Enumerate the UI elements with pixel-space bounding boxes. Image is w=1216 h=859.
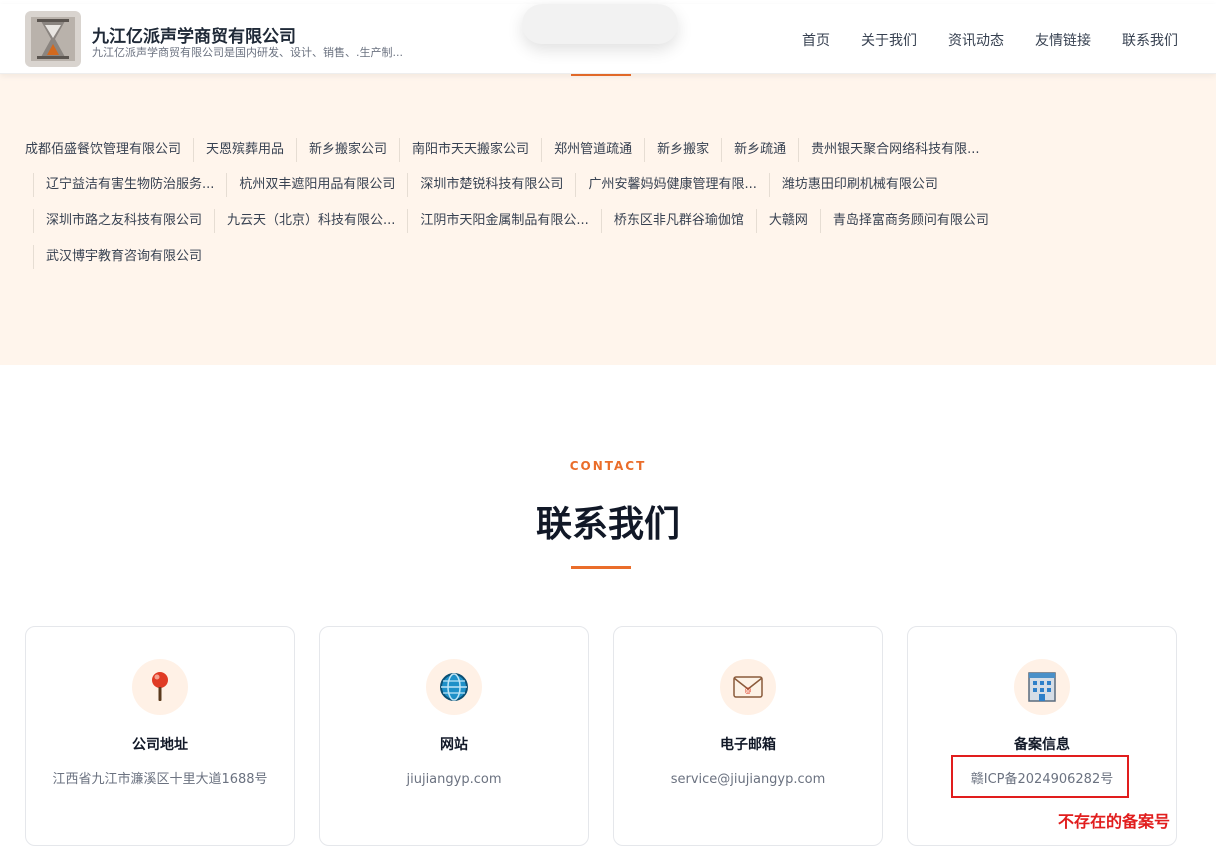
friend-link[interactable]: 贵州银天聚合网络科技有限...: [798, 138, 991, 162]
friend-link[interactable]: 广州安馨妈妈健康管理有限...: [575, 173, 768, 197]
contact-card-address: 公司地址 江西省九江市濂溪区十里大道1688号: [25, 626, 295, 846]
company-logo[interactable]: [25, 11, 81, 67]
links-row: 辽宁益洁有害生物防治服务... 杭州双丰遮阳用品有限公司 深圳市楚锐科技有限公司…: [33, 173, 950, 197]
brand-description: 九江亿派声学商贸有限公司是国内研发、设计、销售、.生产制...: [92, 46, 403, 59]
friend-link[interactable]: 南阳市天天搬家公司: [399, 138, 541, 162]
contact-card-website: 网站 jiujiangyp.com: [319, 626, 589, 846]
friend-link[interactable]: 江阴市天阳金属制品有限公...: [407, 209, 600, 233]
contact-title-underline: [571, 566, 631, 569]
card-title: 电子邮箱: [720, 737, 776, 753]
card-value[interactable]: service@jiujiangyp.com: [634, 768, 862, 791]
links-row: 成都佰盛餐饮管理有限公司 天恩殡葬用品 新乡搬家公司 南阳市天天搬家公司 郑州管…: [25, 138, 992, 162]
card-title: 公司地址: [132, 737, 188, 753]
friend-link[interactable]: 潍坊惠田印刷机械有限公司: [768, 173, 950, 197]
nav-news[interactable]: 资讯动态: [948, 30, 1004, 50]
friend-link[interactable]: 桥东区非凡群谷瑜伽馆: [600, 209, 756, 233]
friend-links-section: 成都佰盛餐饮管理有限公司 天恩殡葬用品 新乡搬家公司 南阳市天天搬家公司 郑州管…: [0, 74, 1216, 365]
section-accent-line: [571, 74, 631, 76]
friend-link[interactable]: 深圳市楚锐科技有限公司: [407, 173, 575, 197]
nav-about[interactable]: 关于我们: [861, 30, 917, 50]
card-title: 备案信息: [1014, 737, 1070, 753]
contact-eyebrow: CONTACT: [569, 459, 647, 473]
friend-link[interactable]: 新乡搬家公司: [296, 138, 399, 162]
nav-contact[interactable]: 联系我们: [1122, 30, 1178, 50]
card-title: 网站: [440, 737, 468, 753]
contact-card-email: @ 电子邮箱 service@jiujiangyp.com: [613, 626, 883, 846]
nav-friend-links[interactable]: 友情链接: [1035, 30, 1091, 50]
email-icon: @: [720, 659, 776, 715]
globe-icon: [426, 659, 482, 715]
pushpin-icon: [132, 659, 188, 715]
friend-link[interactable]: 郑州管道疏通: [541, 138, 644, 162]
contact-title: 联系我们: [535, 504, 680, 545]
friend-link[interactable]: 深圳市路之友科技有限公司: [33, 209, 214, 233]
friend-link[interactable]: 杭州双丰遮阳用品有限公司: [226, 173, 407, 197]
friend-link[interactable]: 辽宁益洁有害生物防治服务...: [33, 173, 226, 197]
friend-link[interactable]: 大赣网: [755, 209, 820, 233]
card-value[interactable]: jiujiangyp.com: [340, 768, 568, 791]
links-row: 深圳市路之友科技有限公司 九云天（北京）科技有限公... 江阴市天阳金属制品有限…: [33, 209, 1001, 233]
site-header: 九江亿派声学商贸有限公司 九江亿派声学商贸有限公司是国内研发、设计、销售、.生产…: [0, 4, 1216, 74]
friend-link[interactable]: 武汉博宇教育咨询有限公司: [33, 245, 214, 269]
annotation-label: 不存在的备案号: [1058, 812, 1171, 831]
nav-home[interactable]: 首页: [802, 30, 830, 50]
friend-link[interactable]: 新乡疏通: [721, 138, 798, 162]
main-nav: 首页 关于我们 资讯动态 友情链接 联系我们: [802, 30, 1178, 50]
links-row: 武汉博宇教育咨询有限公司: [33, 245, 214, 269]
friend-link[interactable]: 新乡搬家: [644, 138, 721, 162]
card-value: 江西省九江市濂溪区十里大道1688号: [52, 772, 268, 787]
friend-link[interactable]: 青岛择富商务顾问有限公司: [819, 209, 1001, 233]
header-overlay: [522, 4, 678, 44]
building-icon: [1014, 659, 1070, 715]
annotation-highlight-box: [951, 755, 1129, 798]
friend-link[interactable]: 天恩殡葬用品: [193, 138, 296, 162]
svg-text:@: @: [745, 687, 752, 695]
friend-link[interactable]: 成都佰盛餐饮管理有限公司: [25, 138, 193, 162]
friend-link[interactable]: 九云天（北京）科技有限公...: [214, 209, 407, 233]
